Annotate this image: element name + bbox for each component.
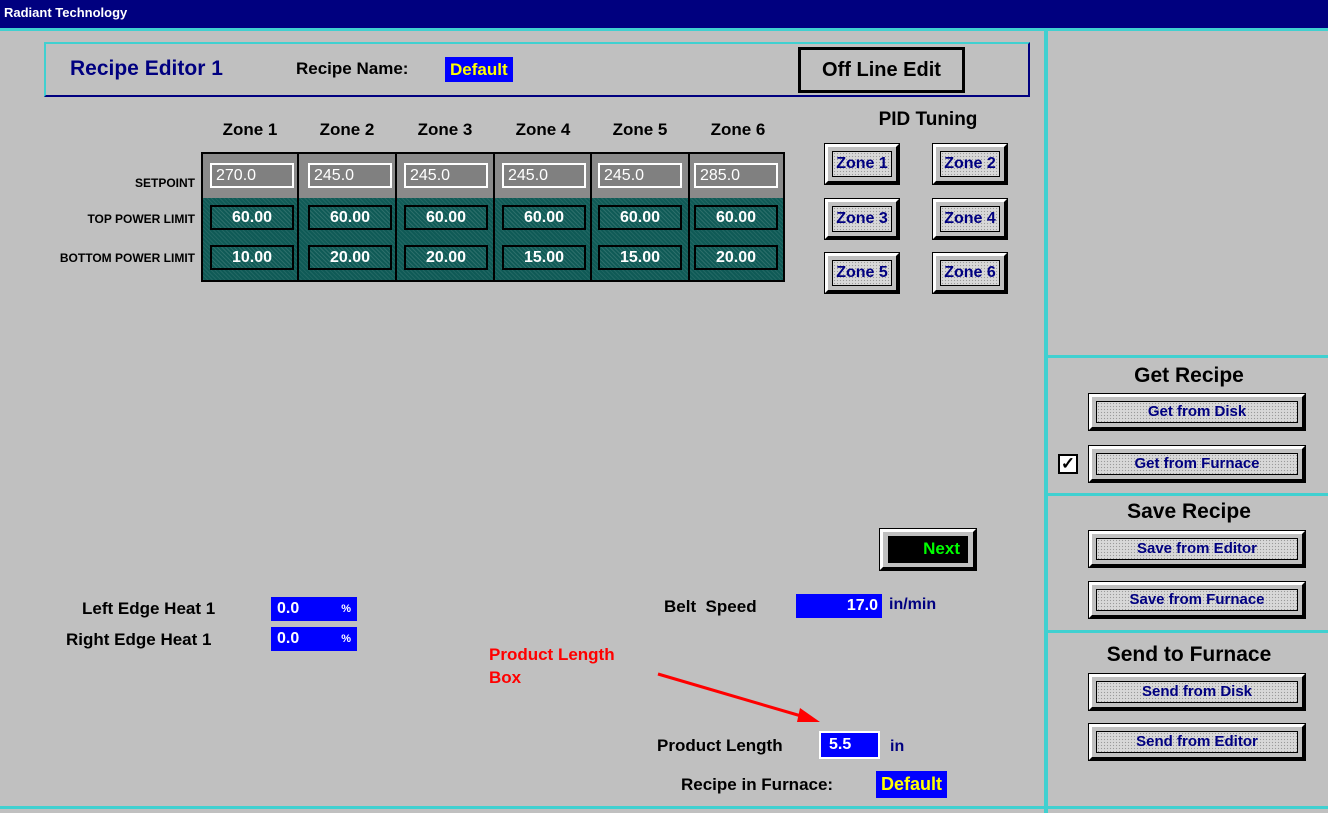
setpoint-zone-1[interactable]: 270.0 [210, 163, 294, 188]
zone-header-3: Zone 3 [417, 120, 473, 139]
zone-header-1: Zone 1 [222, 120, 278, 139]
pid-zone-2-button[interactable]: Zone 2 [932, 143, 1008, 185]
top-power-zone-4[interactable]: 60.00 [502, 205, 586, 230]
right-edge-heat-field[interactable]: 0.0 % [271, 627, 357, 651]
product-length-label: Product Length [657, 736, 783, 755]
send-to-furnace-title: Send to Furnace [1106, 643, 1272, 666]
pid-zone-4-button[interactable]: Zone 4 [932, 198, 1008, 240]
grid-column-divider [688, 152, 690, 282]
pid-tuning-title: PID Tuning [878, 109, 978, 130]
pid-zone-4-label: Zone 4 [940, 206, 1000, 232]
top-frame-line [0, 28, 1328, 31]
sidebar-sep-2 [1048, 493, 1328, 496]
recipe-name-value: Default [445, 57, 513, 82]
pid-zone-5-label: Zone 5 [832, 260, 892, 286]
annotation-line-1: Product Length [489, 645, 615, 664]
recipe-name-label: Recipe Name: [296, 59, 409, 78]
setpoint-zone-2[interactable]: 245.0 [308, 163, 392, 188]
recipe-in-furnace-label: Recipe in Furnace: [681, 775, 834, 794]
window-title: Radiant Technology [4, 5, 128, 20]
arrow-line [657, 672, 809, 720]
window-title-bar: Radiant Technology [0, 0, 1328, 28]
pid-zone-3-label: Zone 3 [832, 206, 892, 232]
top-power-zone-5[interactable]: 60.00 [598, 205, 682, 230]
product-length-unit: in [890, 738, 905, 755]
zone-header-4: Zone 4 [515, 120, 571, 139]
belt-speed-unit: in/min [889, 596, 937, 613]
right-edge-heat-label: Right Edge Heat 1 [66, 630, 212, 649]
bottom-power-zone-3[interactable]: 20.00 [404, 245, 488, 270]
send-from-editor-button[interactable]: Send from Editor [1088, 723, 1306, 761]
get-from-disk-button[interactable]: Get from Disk [1088, 393, 1306, 431]
product-length-field[interactable]: 5.5 [819, 731, 880, 759]
bottom-frame-line [0, 806, 1328, 809]
save-from-editor-button[interactable]: Save from Editor [1088, 530, 1306, 568]
top-power-limit-label: TOP POWER LIMIT [87, 212, 195, 226]
grid-column-divider [493, 152, 495, 282]
top-power-zone-2[interactable]: 60.00 [308, 205, 392, 230]
grid-column-divider [395, 152, 397, 282]
save-from-editor-label: Save from Editor [1096, 538, 1298, 560]
grid-column-divider [297, 152, 299, 282]
bottom-power-zone-1[interactable]: 10.00 [210, 245, 294, 270]
pid-zone-2-label: Zone 2 [940, 151, 1000, 177]
get-from-furnace-checkbox[interactable]: ✓ [1058, 454, 1078, 474]
left-edge-heat-value: 0.0 [277, 600, 300, 617]
top-power-zone-6[interactable]: 60.00 [694, 205, 778, 230]
zone-header-6: Zone 6 [710, 120, 766, 139]
bottom-power-zone-4[interactable]: 15.00 [502, 245, 586, 270]
setpoint-zone-5[interactable]: 245.0 [598, 163, 682, 188]
recipe-in-furnace-value: Default [876, 771, 948, 798]
get-from-disk-label: Get from Disk [1096, 401, 1298, 423]
pid-zone-5-button[interactable]: Zone 5 [824, 252, 900, 294]
setpoint-zone-6[interactable]: 285.0 [694, 163, 778, 188]
sidebar-divider [1044, 28, 1048, 813]
belt-speed-field[interactable]: 17.0 [796, 594, 882, 618]
pid-zone-3-button[interactable]: Zone 3 [824, 198, 900, 240]
setpoint-zone-3[interactable]: 245.0 [404, 163, 488, 188]
get-from-furnace-button[interactable]: Get from Furnace [1088, 445, 1306, 483]
annotation-arrow [657, 672, 820, 722]
setpoint-zone-4[interactable]: 245.0 [502, 163, 586, 188]
pid-zone-1-button[interactable]: Zone 1 [824, 143, 900, 185]
save-from-furnace-button[interactable]: Save from Furnace [1088, 581, 1306, 619]
save-from-furnace-label: Save from Furnace [1096, 589, 1298, 611]
top-power-zone-1[interactable]: 60.00 [210, 205, 294, 230]
send-from-disk-label: Send from Disk [1096, 681, 1298, 703]
zone-header-2: Zone 2 [319, 120, 375, 139]
bottom-power-zone-6[interactable]: 20.00 [694, 245, 778, 270]
bottom-power-zone-2[interactable]: 20.00 [308, 245, 392, 270]
left-edge-heat-label: Left Edge Heat 1 [82, 599, 216, 618]
bottom-power-zone-5[interactable]: 15.00 [598, 245, 682, 270]
top-power-zone-3[interactable]: 60.00 [404, 205, 488, 230]
zone-header-5: Zone 5 [612, 120, 668, 139]
bottom-power-limit-label: BOTTOM POWER LIMIT [59, 251, 195, 265]
next-button-label: Next [888, 536, 968, 563]
send-from-editor-label: Send from Editor [1096, 731, 1298, 753]
save-recipe-title: Save Recipe [1127, 500, 1251, 523]
left-edge-heat-field[interactable]: 0.0 % [271, 597, 357, 621]
off-line-edit-button[interactable]: Off Line Edit [798, 47, 965, 93]
next-button[interactable]: Next [879, 528, 977, 571]
grid-column-divider [590, 152, 592, 282]
belt-speed-label: Belt Speed [664, 597, 757, 616]
get-recipe-title: Get Recipe [1134, 364, 1244, 387]
left-edge-heat-unit: % [341, 603, 351, 615]
send-from-disk-button[interactable]: Send from Disk [1088, 673, 1306, 711]
sidebar-sep-1 [1048, 355, 1328, 358]
right-edge-heat-unit: % [341, 633, 351, 645]
sidebar-sep-3 [1048, 630, 1328, 633]
setpoint-label: SETPOINT [134, 176, 195, 190]
get-from-furnace-label: Get from Furnace [1096, 453, 1298, 475]
arrow-head [797, 708, 820, 722]
pid-zone-1-label: Zone 1 [832, 151, 892, 177]
right-edge-heat-value: 0.0 [277, 630, 300, 647]
pid-zone-6-label: Zone 6 [940, 260, 1000, 286]
annotation-line-2: Box [489, 668, 522, 687]
page-title: Recipe Editor 1 [70, 57, 223, 80]
pid-zone-6-button[interactable]: Zone 6 [932, 252, 1008, 294]
